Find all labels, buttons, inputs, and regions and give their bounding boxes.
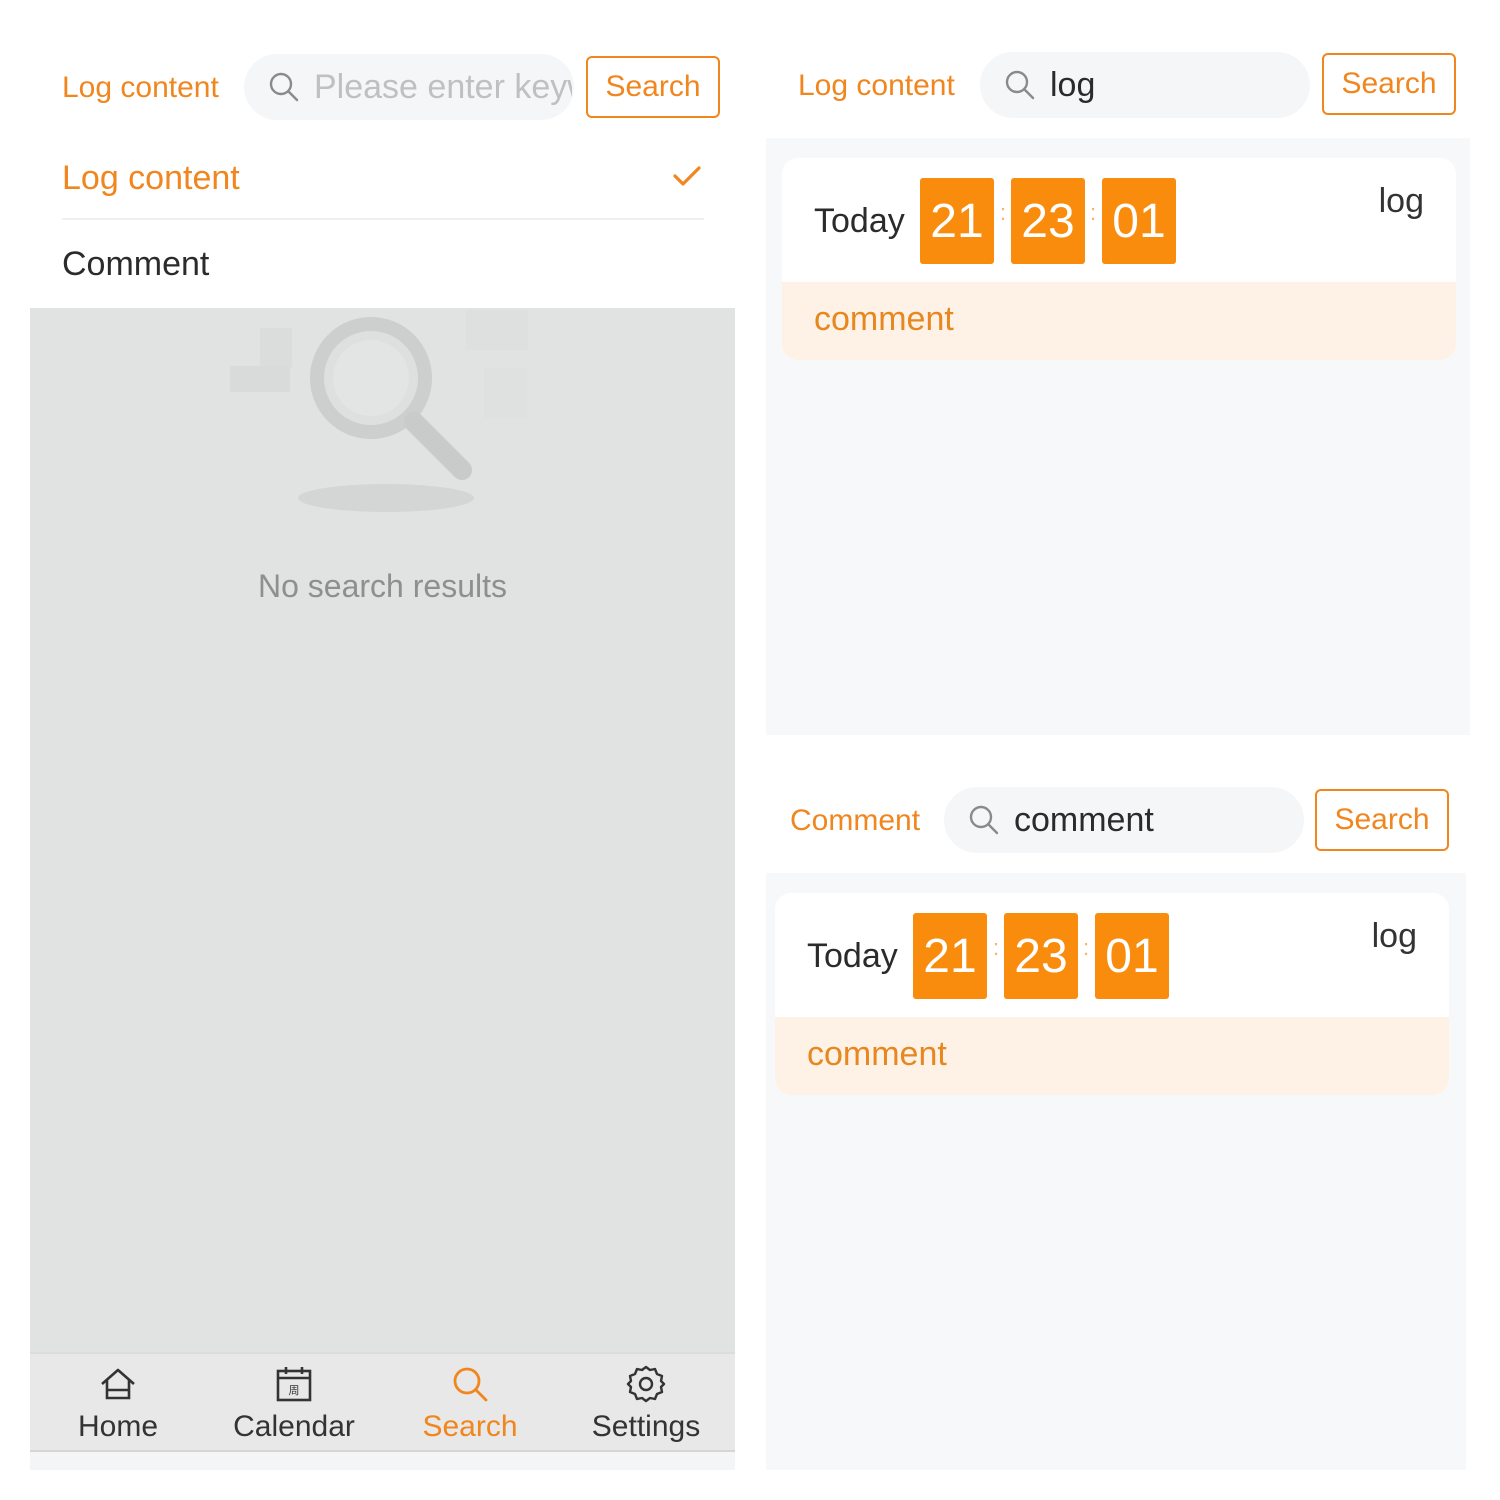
scope-selector[interactable]: Log content — [798, 66, 955, 106]
result-day: Today — [807, 937, 898, 975]
search-input[interactable] — [1048, 64, 1310, 106]
search-input[interactable] — [312, 66, 574, 108]
scope-selector[interactable]: Comment — [790, 801, 920, 841]
top-right-panel: Log content Search Today 21 : 23 : 01 lo… — [766, 0, 1470, 735]
result-card[interactable]: Today 21 : 23 : 01 log comment — [775, 893, 1449, 1095]
result-comment-text: comment — [814, 300, 954, 338]
tab-search[interactable]: Search — [382, 1354, 558, 1450]
tab-bar: Home 周 Calendar Search Settings — [30, 1352, 735, 1454]
search-input[interactable] — [1012, 799, 1304, 841]
tab-label: Home — [77, 1410, 159, 1443]
time-separator: : — [1083, 935, 1090, 960]
minute-digit: 23 — [1004, 913, 1078, 999]
calendar-glyph: 周 — [289, 1384, 300, 1397]
hour-digit: 21 — [913, 913, 987, 999]
home-icon — [101, 1368, 135, 1400]
dropdown-item-log-content[interactable]: Log content — [62, 158, 240, 198]
scope-selector[interactable]: Log content — [62, 68, 219, 108]
magnifier-icon — [269, 72, 299, 102]
scope-label: Comment — [790, 804, 921, 837]
time-separator: : — [1000, 200, 1007, 225]
calendar-icon: 周 — [276, 1367, 312, 1402]
result-comment: comment — [782, 282, 1456, 360]
results-area: Today 21 : 23 : 01 log comment — [766, 138, 1470, 735]
home-indicator-area — [30, 1452, 735, 1470]
result-log-text: log — [1378, 182, 1424, 220]
dropdown-item-label: Comment — [62, 245, 210, 283]
result-log-text: log — [1371, 917, 1417, 955]
scope-label: Log content — [62, 71, 219, 104]
dropdown-divider — [62, 218, 704, 220]
empty-search-illustration-icon — [230, 310, 528, 512]
second-digit: 01 — [1102, 178, 1176, 264]
tab-label: Settings — [591, 1410, 701, 1443]
time-separator: : — [1090, 200, 1097, 225]
dropdown-item-comment[interactable]: Comment — [62, 244, 209, 284]
hour-digit: 21 — [920, 178, 994, 264]
checkmark-icon — [673, 166, 701, 186]
scope-label: Log content — [798, 69, 955, 102]
dropdown-item-label: Log content — [62, 159, 240, 197]
magnifier-icon — [1005, 70, 1035, 100]
result-card-header: Today 21 : 23 : 01 log — [782, 158, 1456, 282]
search-button[interactable]: Search — [1315, 789, 1449, 851]
result-card-header: Today 21 : 23 : 01 log — [775, 893, 1449, 1017]
minute-digit: 23 — [1011, 178, 1085, 264]
search-field[interactable] — [244, 54, 574, 120]
gear-icon — [626, 1365, 666, 1403]
tab-label: Search — [422, 1410, 518, 1443]
tab-calendar[interactable]: 周 Calendar — [206, 1354, 382, 1450]
scope-dropdown: Log content Comment — [30, 134, 735, 308]
magnifier-icon — [969, 805, 999, 835]
search-field[interactable] — [944, 787, 1304, 853]
result-day: Today — [814, 202, 905, 240]
left-panel: Log content Search Log content Comment — [30, 0, 735, 1470]
result-card[interactable]: Today 21 : 23 : 01 log comment — [782, 158, 1456, 360]
tab-home[interactable]: Home — [30, 1354, 206, 1450]
search-field[interactable] — [980, 52, 1310, 118]
result-comment-text: comment — [807, 1035, 947, 1073]
tab-settings[interactable]: Settings — [558, 1354, 734, 1450]
time-separator: : — [993, 935, 1000, 960]
search-button[interactable]: Search — [586, 56, 720, 118]
search-button[interactable]: Search — [1322, 53, 1456, 115]
tab-label: Calendar — [233, 1410, 355, 1443]
second-digit: 01 — [1095, 913, 1169, 999]
dropdown-overlay[interactable]: No search results — [30, 308, 735, 1352]
empty-state-text: No search results — [258, 568, 507, 604]
search-icon — [453, 1367, 488, 1402]
results-area: Today 21 : 23 : 01 log comment — [766, 873, 1466, 1470]
result-comment: comment — [775, 1017, 1449, 1095]
bottom-right-panel: Comment Search Today 21 : 23 : 01 log co… — [766, 735, 1466, 1470]
